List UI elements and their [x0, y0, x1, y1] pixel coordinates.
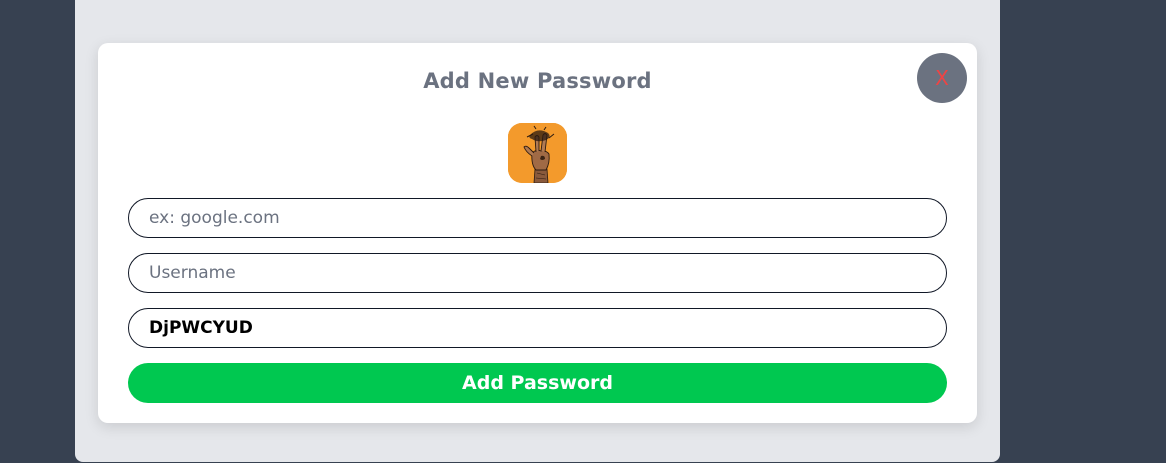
close-icon: X — [935, 66, 949, 90]
modal-title: Add New Password — [423, 69, 652, 93]
add-password-modal: Add New Password X Add Password — [98, 43, 977, 423]
website-input[interactable] — [128, 198, 947, 238]
username-input[interactable] — [128, 253, 947, 293]
add-password-button[interactable]: Add Password — [128, 363, 947, 403]
hand-illustration-icon — [508, 123, 567, 183]
password-input[interactable] — [128, 308, 947, 348]
close-button[interactable]: X — [917, 53, 967, 103]
